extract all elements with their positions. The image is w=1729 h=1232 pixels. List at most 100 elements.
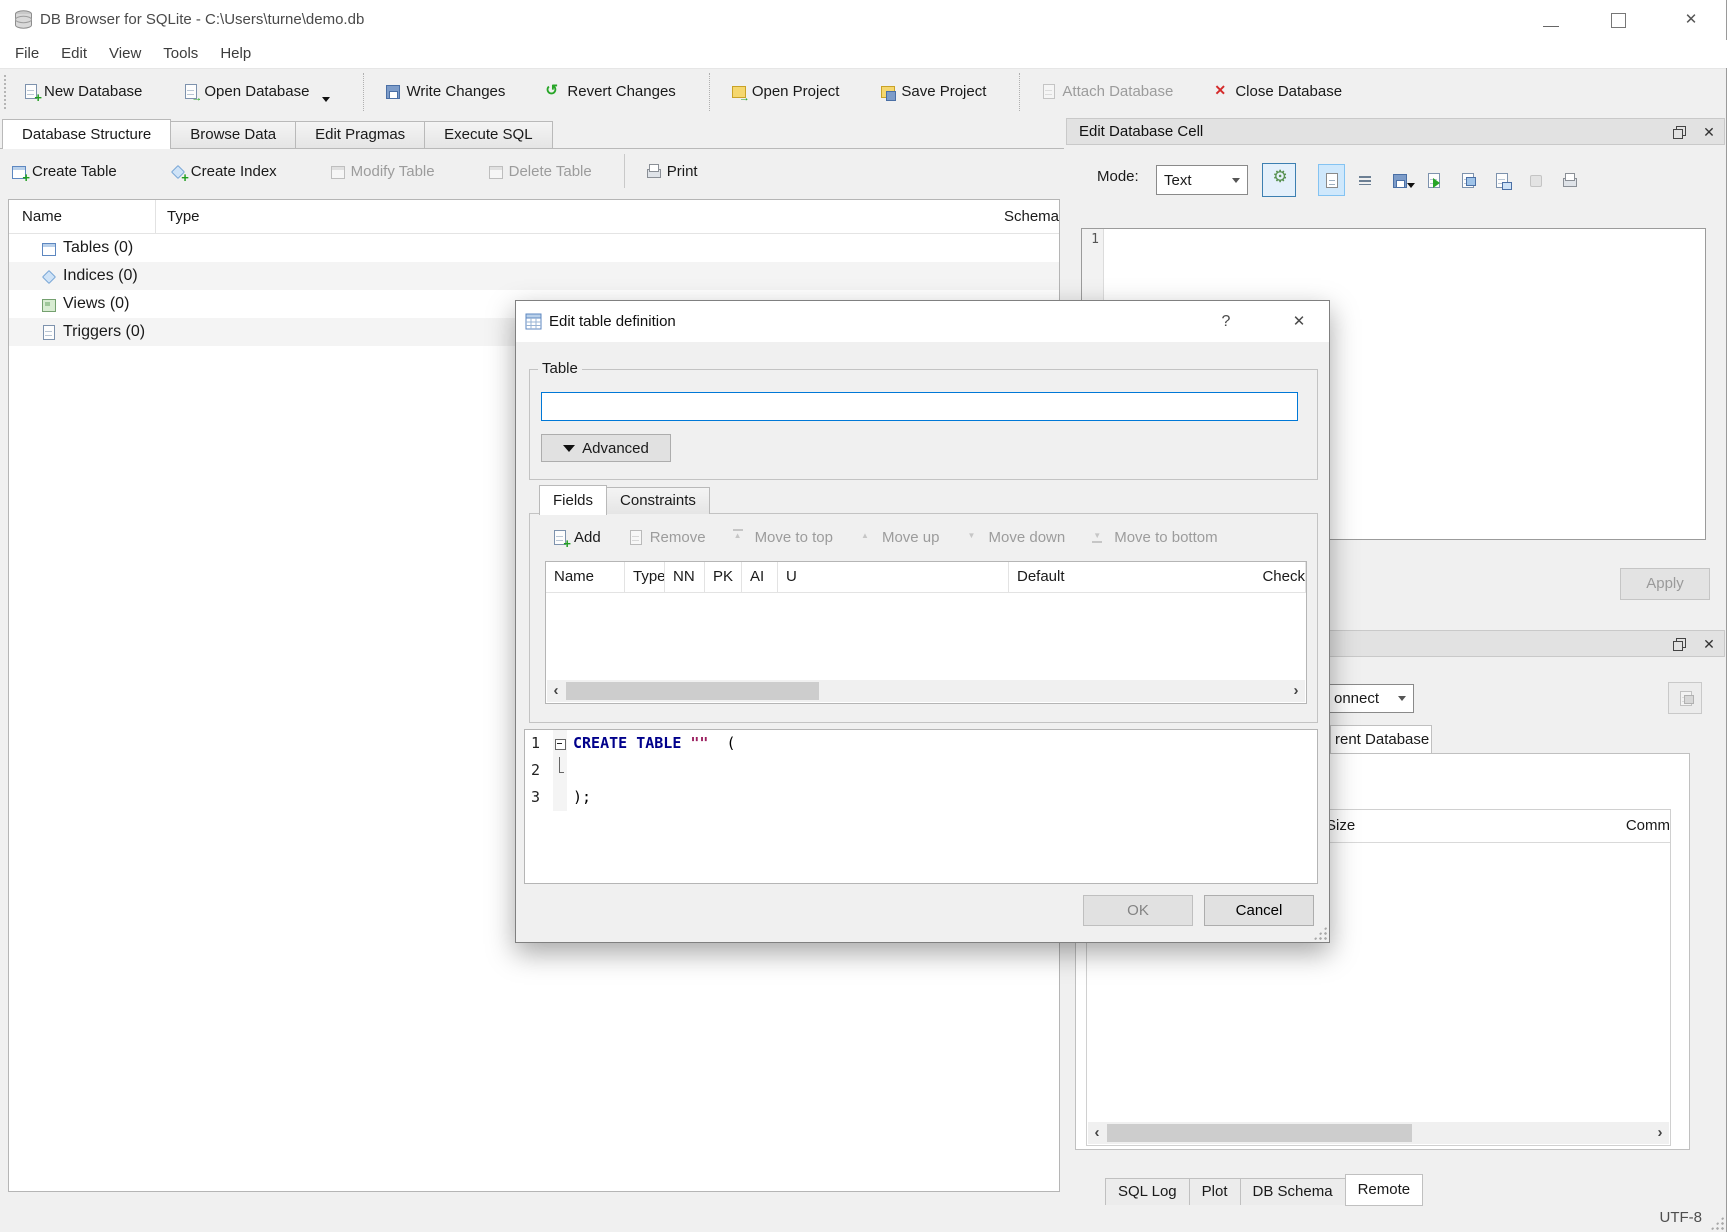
dock-float-icon[interactable]: [1673, 638, 1686, 651]
fields-column-header[interactable]: Name: [546, 562, 625, 592]
fields-column-header[interactable]: NN: [665, 562, 705, 592]
structure-toolbar-button[interactable]: Create Table: [4, 154, 123, 188]
menu-item[interactable]: Tools: [152, 40, 209, 68]
sql-preview: 1 CREATE TABLE "" ( 2 3 );: [524, 729, 1318, 884]
tree-row[interactable]: Indices (0): [9, 262, 1059, 290]
toolbar-button[interactable]: Open Database: [175, 73, 337, 111]
maximize-icon[interactable]: [1596, 0, 1642, 40]
trigger-icon: [40, 324, 57, 341]
cell-toolbar-button[interactable]: [1420, 164, 1447, 196]
fold-marker[interactable]: [553, 784, 567, 811]
main-tab[interactable]: Edit Pragmas: [295, 121, 425, 148]
menu-item[interactable]: Help: [209, 40, 262, 68]
main-tab[interactable]: Browse Data: [170, 121, 296, 148]
structure-toolbar-label: Create Table: [32, 163, 117, 180]
scrollbar-thumb[interactable]: [1107, 1124, 1412, 1142]
structure-toolbar-label: Print: [667, 163, 698, 180]
bottom-dock-tab[interactable]: Plot: [1189, 1178, 1241, 1206]
mode-label: Mode:: [1097, 168, 1139, 185]
structure-toolbar-button[interactable]: Create Index: [163, 154, 283, 188]
fields-column-header[interactable]: PK: [705, 562, 742, 592]
tree-column-header[interactable]: Schema: [1004, 200, 1059, 233]
field-action-button: Remove: [614, 529, 719, 546]
dialog-tab[interactable]: Constraints: [606, 487, 710, 514]
dialog-help-icon[interactable]: [1211, 301, 1241, 342]
toolbar-button-label: Close Database: [1235, 83, 1342, 100]
dock-close-icon[interactable]: [1702, 636, 1716, 652]
cell-toolbar-button[interactable]: [1352, 164, 1379, 196]
bottom-dock-tab[interactable]: SQL Log: [1105, 1178, 1190, 1206]
scroll-right-icon[interactable]: ›: [1651, 1122, 1669, 1144]
fields-column-header[interactable]: Check: [1254, 562, 1306, 592]
toolbar-button[interactable]: Open Project: [709, 73, 847, 111]
fields-column-header[interactable]: U: [778, 562, 1009, 592]
bottom-dock-tab[interactable]: DB Schema: [1240, 1178, 1346, 1206]
scroll-left-icon[interactable]: ‹: [1088, 1122, 1106, 1144]
toolbar-button[interactable]: Save Project: [872, 73, 993, 111]
table-name-input[interactable]: [541, 392, 1298, 421]
structure-toolbar-button[interactable]: Print: [624, 154, 704, 188]
toolbar-button[interactable]: Write Changes: [363, 73, 512, 111]
close-icon[interactable]: [1668, 0, 1714, 40]
new-database-icon: [22, 83, 39, 100]
current-database-tab[interactable]: rent Database: [1330, 725, 1432, 753]
fields-column-header[interactable]: AI: [742, 562, 778, 592]
scroll-left-icon[interactable]: ‹: [547, 680, 565, 702]
open-database-icon: [182, 83, 199, 100]
menu-item[interactable]: Edit: [50, 40, 98, 68]
cell-toolbar-button[interactable]: [1318, 164, 1345, 196]
menu-item[interactable]: File: [4, 40, 50, 68]
fields-table-hscrollbar[interactable]: ‹ ›: [547, 680, 1305, 702]
window-resize-grip[interactable]: [1710, 1216, 1724, 1230]
toolbar-button[interactable]: Revert Changes: [538, 73, 682, 111]
main-tab[interactable]: Database Structure: [2, 119, 171, 149]
remote-column-header[interactable]: Comm: [1616, 810, 1670, 842]
bottom-dock-tabbar: SQL LogPlotDB SchemaRemote: [1105, 1176, 1422, 1206]
minimize-icon[interactable]: [1528, 0, 1574, 40]
dialog-close-icon[interactable]: [1282, 301, 1316, 342]
tree-row[interactable]: Tables (0): [9, 234, 1059, 262]
cell-toolbar-button[interactable]: [1556, 164, 1583, 196]
field-action-button: Move to top: [719, 529, 846, 546]
toolbar-button[interactable]: Close Database: [1206, 73, 1349, 111]
fold-marker[interactable]: [553, 730, 567, 757]
advanced-button[interactable]: Advanced: [541, 434, 671, 462]
field-action-label: Move to bottom: [1114, 529, 1217, 546]
remote-column-header[interactable]: Size: [1315, 810, 1616, 842]
sql-code: CREATE TABLE "" (: [567, 730, 736, 757]
toolbar-button[interactable]: New Database: [15, 73, 149, 111]
sql-line-number: 1: [525, 730, 553, 757]
cell-open-icon: [1493, 172, 1510, 189]
main-tab[interactable]: Execute SQL: [424, 121, 552, 148]
move-bottom-icon: [1091, 529, 1108, 546]
scroll-right-icon[interactable]: ›: [1287, 680, 1305, 702]
field-action-button[interactable]: Add: [538, 529, 614, 546]
cell-toolbar-button[interactable]: [1454, 164, 1481, 196]
dialog-resize-grip[interactable]: [1313, 926, 1327, 940]
cell-toolbar-button[interactable]: [1488, 164, 1515, 196]
menu-item[interactable]: View: [98, 40, 152, 68]
remote-table-hscrollbar[interactable]: ‹ ›: [1088, 1122, 1669, 1144]
structure-toolbar-label: Delete Table: [509, 163, 592, 180]
dialog-tab[interactable]: Fields: [539, 485, 607, 515]
fields-table: NameTypeNNPKAIUDefaultCheck ‹ ›: [545, 561, 1307, 704]
fields-column-header[interactable]: Type: [625, 562, 665, 592]
bottom-dock-tab[interactable]: Remote: [1345, 1174, 1424, 1206]
dock-close-icon[interactable]: [1702, 124, 1716, 140]
print-icon: [645, 163, 662, 180]
fields-column-header[interactable]: Default: [1009, 562, 1254, 592]
revert-changes-icon: [545, 83, 562, 100]
dock-float-icon[interactable]: [1673, 126, 1686, 139]
tree-header: NameTypeSchema: [9, 200, 1059, 234]
cancel-button[interactable]: Cancel: [1204, 895, 1314, 926]
remote-clone-button: [1668, 682, 1702, 714]
cell-toolbar-button[interactable]: [1386, 164, 1413, 196]
scrollbar-thumb[interactable]: [566, 682, 819, 700]
tree-column-header[interactable]: Type: [156, 200, 1004, 233]
mode-select[interactable]: Text: [1156, 165, 1248, 195]
fold-marker[interactable]: [553, 757, 567, 784]
toolbar-drag-handle[interactable]: [4, 75, 9, 109]
structure-toolbar: Create Table Create Index Modify Table D…: [4, 152, 1054, 190]
move-top-icon: [732, 529, 749, 546]
tree-column-header[interactable]: Name: [9, 200, 156, 233]
